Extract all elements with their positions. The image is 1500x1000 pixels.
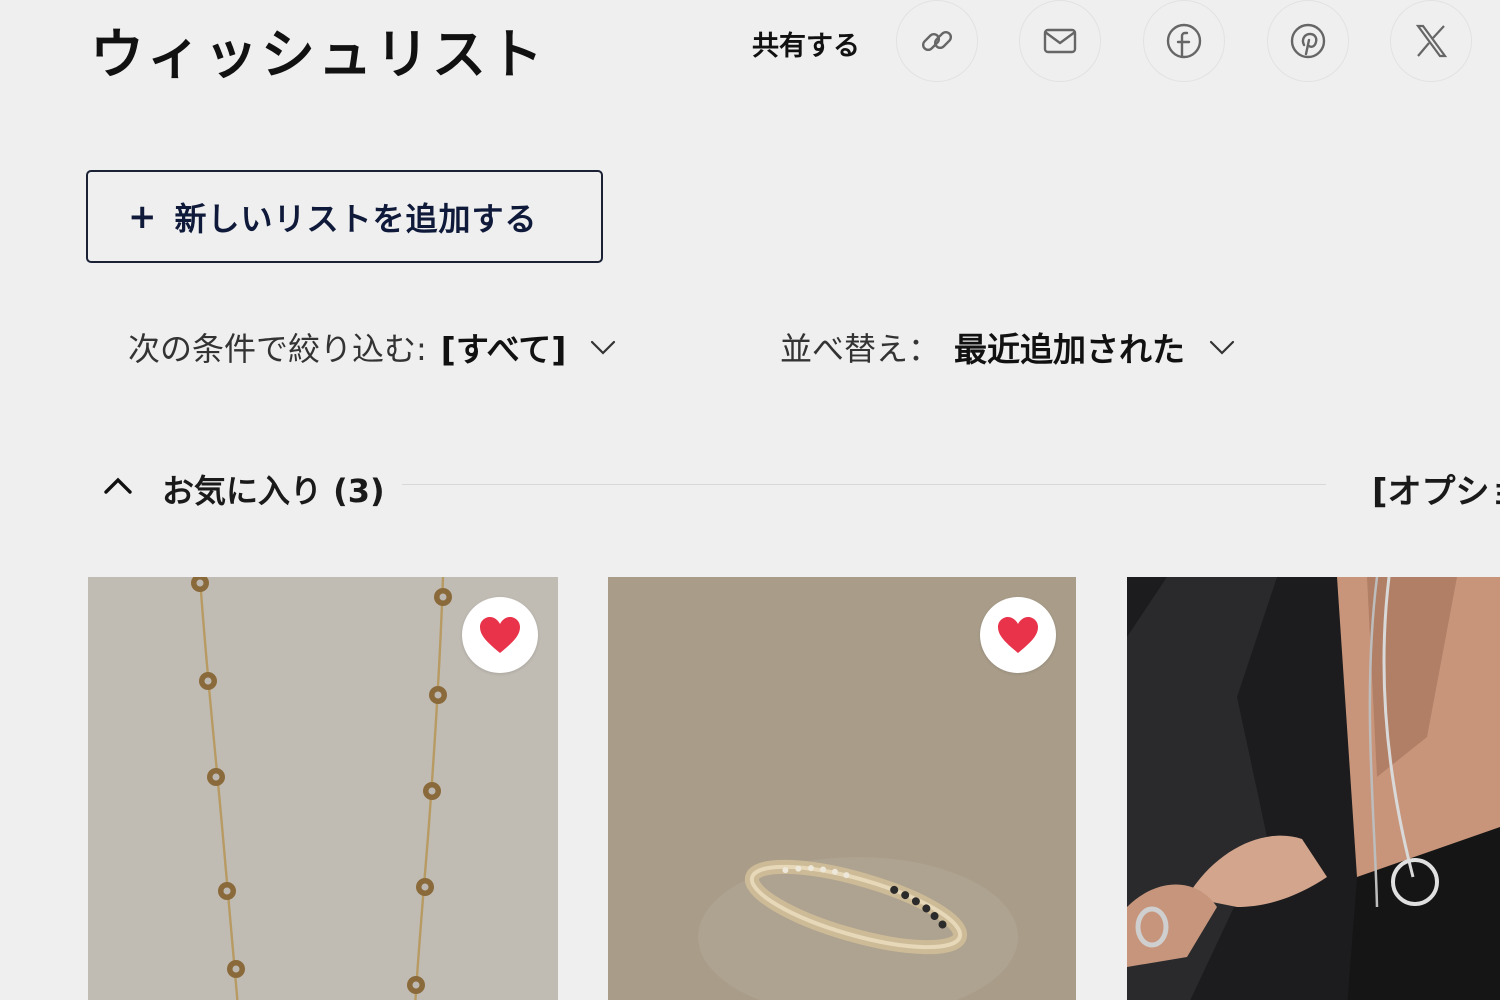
favorite-button[interactable] — [462, 597, 538, 673]
filter-label: 次の条件で絞り込む: — [128, 330, 427, 368]
share-pinterest-button[interactable] — [1267, 0, 1349, 82]
share-mail-button[interactable] — [1019, 0, 1101, 82]
mail-icon — [1043, 28, 1077, 54]
pinterest-icon — [1290, 23, 1326, 59]
chevron-down-icon — [591, 340, 616, 355]
share-facebook-button[interactable] — [1143, 0, 1225, 82]
chevron-up-icon[interactable] — [100, 468, 136, 504]
section-title: お気に入り (3) — [162, 472, 385, 510]
x-icon — [1415, 24, 1448, 58]
heart-icon — [480, 617, 520, 653]
divider — [402, 484, 1326, 485]
filter-value: [すべて] — [440, 330, 567, 369]
link-icon — [921, 30, 953, 52]
wishlist-page: ウィッシュリスト 共有する + 新しいリストを追加する 次の条件で絞り込む: [… — [0, 0, 1500, 1000]
filter-dropdown[interactable]: 次の条件で絞り込む: [すべて] — [128, 322, 618, 372]
facebook-icon — [1166, 23, 1202, 59]
sort-label: 並べ替え： — [780, 330, 941, 368]
plus-icon: + — [128, 196, 157, 237]
product-image — [1127, 577, 1500, 1000]
product-card-ring[interactable] — [608, 577, 1076, 1000]
share-label: 共有する — [752, 31, 860, 62]
options-link[interactable]: [オプション] — [1372, 464, 1500, 513]
sort-value: 最近追加された — [954, 330, 1186, 369]
share-link-button[interactable] — [896, 0, 978, 82]
add-new-list-button[interactable]: + 新しいリストを追加する — [86, 170, 603, 263]
sort-dropdown[interactable]: 並べ替え： 最近追加された — [780, 322, 1237, 372]
chevron-down-icon — [1209, 340, 1235, 355]
product-card-layered-necklace[interactable] — [1127, 577, 1500, 1000]
share-x-button[interactable] — [1390, 0, 1472, 82]
product-card-necklace[interactable] — [88, 577, 558, 1000]
favorite-button[interactable] — [980, 597, 1056, 673]
heart-icon — [998, 617, 1038, 653]
page-title: ウィッシュリスト — [90, 23, 546, 86]
add-new-list-label: 新しいリストを追加する — [174, 199, 538, 238]
